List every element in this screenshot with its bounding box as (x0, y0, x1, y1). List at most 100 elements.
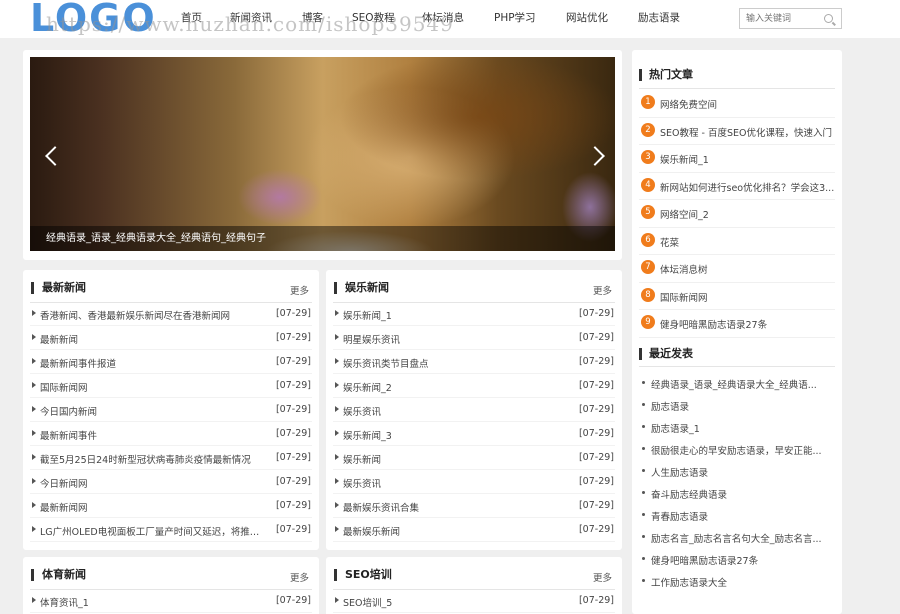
news-title[interactable]: 截至5月25日24时新型冠状病毒肺炎疫情最新情况 (40, 452, 265, 466)
list-item[interactable]: 励志名言_励志名言名句大全_励志名言... (639, 526, 835, 548)
more-link[interactable]: 更多 (290, 570, 309, 584)
news-list: SEO培训_5 [07-29] (333, 589, 615, 613)
article-title[interactable]: SEO教程 - 百度SEO优化课程，快速入门 (660, 125, 836, 139)
list-item[interactable]: 7 体坛消息树 (639, 255, 835, 283)
list-item[interactable]: 国际新闻网 [07-29] (30, 374, 312, 398)
news-title[interactable]: 娱乐资讯 (343, 404, 568, 418)
search-box (739, 8, 842, 29)
news-title[interactable]: SEO培训_5 (343, 595, 568, 609)
nav-item-optimize[interactable]: 网站优化 (566, 10, 638, 25)
post-title[interactable]: 经典语录_语录_经典语录大全_经典语... (651, 377, 837, 391)
list-item[interactable]: 娱乐新闻_2 [07-29] (333, 374, 615, 398)
slider-box: 经典语录_语录_经典语录大全_经典语句_经典句子 (23, 50, 622, 260)
list-item[interactable]: 励志语录_1 (639, 416, 835, 438)
news-title[interactable]: 今日新闻网 (40, 476, 265, 490)
news-title[interactable]: 娱乐新闻_3 (343, 428, 568, 442)
more-link[interactable]: 更多 (290, 283, 309, 297)
list-item[interactable]: 很励很走心的早安励志语录，早安正能... (639, 438, 835, 460)
list-item[interactable]: 8 国际新闻网 (639, 283, 836, 310)
list-item[interactable]: 最新娱乐新闻 [07-29] (333, 518, 615, 542)
post-title[interactable]: 青春励志语录 (651, 509, 837, 523)
list-item[interactable]: 明星娱乐资讯 [07-29] (333, 326, 615, 350)
news-title[interactable]: 今日国内新闻 (40, 404, 265, 418)
list-item[interactable]: 奋斗励志经典语录 (639, 482, 835, 504)
list-item[interactable]: LG广州OLED电视面板工厂量产时间又延迟，将推迟... [07-29] (30, 518, 312, 542)
article-title[interactable]: 花菜 (660, 235, 836, 249)
list-item[interactable]: 最新新闻事件报道 [07-29] (30, 350, 312, 374)
news-title[interactable]: 国际新闻网 (40, 380, 265, 394)
post-title[interactable]: 健身吧暗黑励志语录27条 (651, 553, 837, 567)
list-item[interactable]: 娱乐新闻_3 [07-29] (333, 422, 615, 446)
list-item[interactable]: 娱乐资讯 [07-29] (333, 398, 615, 422)
list-item[interactable]: 3 娱乐新闻_1 (639, 145, 835, 173)
news-title[interactable]: 最新娱乐资讯合集 (343, 500, 568, 514)
news-title[interactable]: 娱乐资讯类节目盘点 (343, 356, 568, 370)
news-title[interactable]: 娱乐资讯 (343, 476, 568, 490)
article-title[interactable]: 体坛消息树 (660, 262, 836, 276)
news-title[interactable]: 娱乐新闻 (343, 452, 568, 466)
post-title[interactable]: 很励很走心的早安励志语录，早安正能... (651, 443, 837, 457)
slider-caption[interactable]: 经典语录_语录_经典语录大全_经典语句_经典句子 (46, 229, 266, 244)
article-title[interactable]: 新网站如何进行seo优化排名？学会这3... (660, 180, 836, 194)
list-item[interactable]: 最新新闻事件 [07-29] (30, 422, 312, 446)
list-item[interactable]: 2 SEO教程 - 百度SEO优化课程，快速入门 (639, 118, 836, 145)
list-item[interactable]: 香港新闻、香港最新娱乐新闻尽在香港新闻网 [07-29] (30, 302, 312, 326)
list-item[interactable]: 6 花菜 (639, 228, 836, 255)
list-item[interactable]: 工作励志语录大全 (639, 570, 835, 592)
post-title[interactable]: 励志语录_1 (651, 421, 837, 435)
list-item[interactable]: 最新娱乐资讯合集 [07-29] (333, 494, 615, 518)
list-item[interactable]: 健身吧暗黑励志语录27条 (639, 548, 835, 570)
list-item[interactable]: 娱乐新闻_1 [07-29] (333, 302, 615, 326)
search-icon[interactable] (824, 14, 833, 23)
list-item[interactable]: 4 新网站如何进行seo优化排名？学会这3... (639, 173, 836, 200)
list-item[interactable]: 今日新闻网 [07-29] (30, 470, 312, 494)
news-title[interactable]: 娱乐新闻_1 (343, 308, 568, 322)
more-link[interactable]: 更多 (593, 570, 612, 584)
list-item[interactable]: 体育资讯_1 [07-29] (30, 589, 312, 613)
list-item[interactable]: 人生励志语录 (639, 460, 835, 482)
post-title[interactable]: 人生励志语录 (651, 465, 837, 479)
list-item[interactable]: 最新新闻网 [07-29] (30, 494, 312, 518)
list-item[interactable]: 9 健身吧暗黑励志语录27条 (639, 310, 835, 338)
list-item[interactable]: 青春励志语录 (639, 504, 835, 526)
article-title[interactable]: 网络免费空间 (660, 97, 836, 111)
list-item[interactable]: 5 网络空间_2 (639, 200, 835, 228)
news-title[interactable]: 最新新闻网 (40, 500, 265, 514)
news-title[interactable]: 最新新闻事件 (40, 428, 265, 442)
list-item[interactable]: 今日国内新闻 [07-29] (30, 398, 312, 422)
list-item[interactable]: SEO培训_5 [07-29] (333, 589, 615, 613)
news-title[interactable]: 最新新闻 (40, 332, 265, 346)
list-item[interactable]: 娱乐新闻 [07-29] (333, 446, 615, 470)
post-title[interactable]: 励志语录 (651, 399, 837, 413)
news-title[interactable]: 香港新闻、香港最新娱乐新闻尽在香港新闻网 (40, 308, 265, 322)
article-title[interactable]: 国际新闻网 (660, 290, 836, 304)
post-title[interactable]: 励志名言_励志名言名句大全_励志名言... (651, 531, 837, 545)
article-title[interactable]: 健身吧暗黑励志语录27条 (660, 317, 836, 331)
search-input[interactable] (746, 12, 822, 25)
list-item[interactable]: 经典语录_语录_经典语录大全_经典语... (639, 372, 835, 394)
article-title[interactable]: 网络空间_2 (660, 207, 836, 221)
nav-item-quotes[interactable]: 励志语录 (638, 10, 698, 25)
list-item[interactable]: 1 网络免费空间 (639, 90, 835, 118)
news-title[interactable]: 最新新闻事件报道 (40, 356, 265, 370)
news-title[interactable]: 明星娱乐资讯 (343, 332, 568, 346)
header: LOGO 首页 新闻资讯 博客 SEO教程 体坛消息 PHP学习 网站优化 励志… (0, 0, 900, 40)
news-title[interactable]: 最新娱乐新闻 (343, 524, 568, 538)
list-item[interactable]: 娱乐资讯类节目盘点 [07-29] (333, 350, 615, 374)
list-item[interactable]: 截至5月25日24时新型冠状病毒肺炎疫情最新情况 [07-29] (30, 446, 312, 470)
list-item[interactable]: 励志语录 (639, 394, 835, 416)
article-title[interactable]: 娱乐新闻_1 (660, 152, 836, 166)
slider-prev-icon[interactable] (45, 146, 65, 166)
post-title[interactable]: 奋斗励志经典语录 (651, 487, 837, 501)
list-item[interactable]: 娱乐资讯 [07-29] (333, 470, 615, 494)
slider-next-icon[interactable] (585, 146, 605, 166)
news-title[interactable]: LG广州OLED电视面板工厂量产时间又延迟，将推迟... (40, 524, 265, 538)
post-title[interactable]: 工作励志语录大全 (651, 575, 837, 589)
nav-item-php[interactable]: PHP学习 (494, 10, 566, 25)
news-title[interactable]: 娱乐新闻_2 (343, 380, 568, 394)
triangle-icon (335, 406, 339, 412)
image-slider[interactable]: 经典语录_语录_经典语录大全_经典语句_经典句子 (30, 57, 615, 251)
news-title[interactable]: 体育资讯_1 (40, 595, 265, 609)
list-item[interactable]: 最新新闻 [07-29] (30, 326, 312, 350)
more-link[interactable]: 更多 (593, 283, 612, 297)
